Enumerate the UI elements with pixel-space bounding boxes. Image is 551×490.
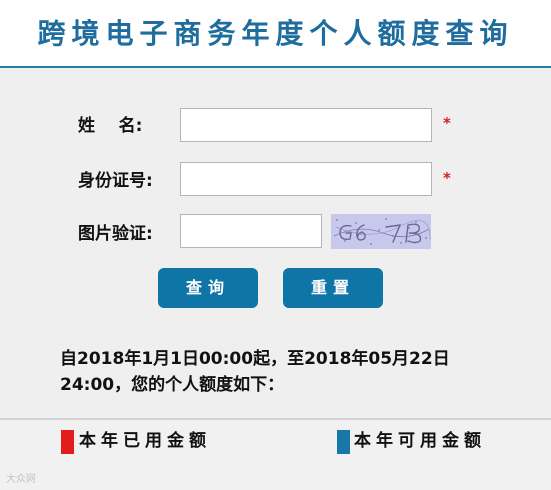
quota-info-text: 自2018年1月1日00:00起，至2018年05月22日 24:00，您的个人…	[60, 346, 480, 398]
available-amount-label: 本年可用金额	[354, 431, 486, 451]
name-input[interactable]	[180, 108, 432, 142]
used-amount-label: 本年已用金额	[79, 431, 211, 451]
watermark-logo: 大众网	[6, 474, 36, 485]
id-number-input[interactable]	[180, 162, 432, 196]
id-label: 身份证号:	[78, 171, 153, 191]
quota-info-line-1: 自2018年1月1日00:00起，至2018年05月22日	[60, 349, 450, 369]
captcha-input[interactable]	[180, 214, 322, 248]
used-amount-swatch	[61, 430, 74, 454]
name-required-mark: *	[443, 114, 451, 132]
page-header: 跨境电子商务年度个人额度查询	[0, 0, 551, 68]
query-button[interactable]: 查询	[158, 268, 258, 308]
name-label: 姓 名:	[78, 116, 143, 136]
page-title: 跨境电子商务年度个人额度查询	[37, 17, 514, 50]
captcha-label: 图片验证:	[78, 224, 153, 244]
id-required-mark: *	[443, 169, 451, 187]
quota-info-line-2: 24:00，您的个人额度如下：	[60, 375, 285, 395]
captcha-image[interactable]	[331, 214, 431, 249]
reset-button[interactable]: 重置	[283, 268, 383, 308]
available-amount-swatch	[337, 430, 350, 454]
